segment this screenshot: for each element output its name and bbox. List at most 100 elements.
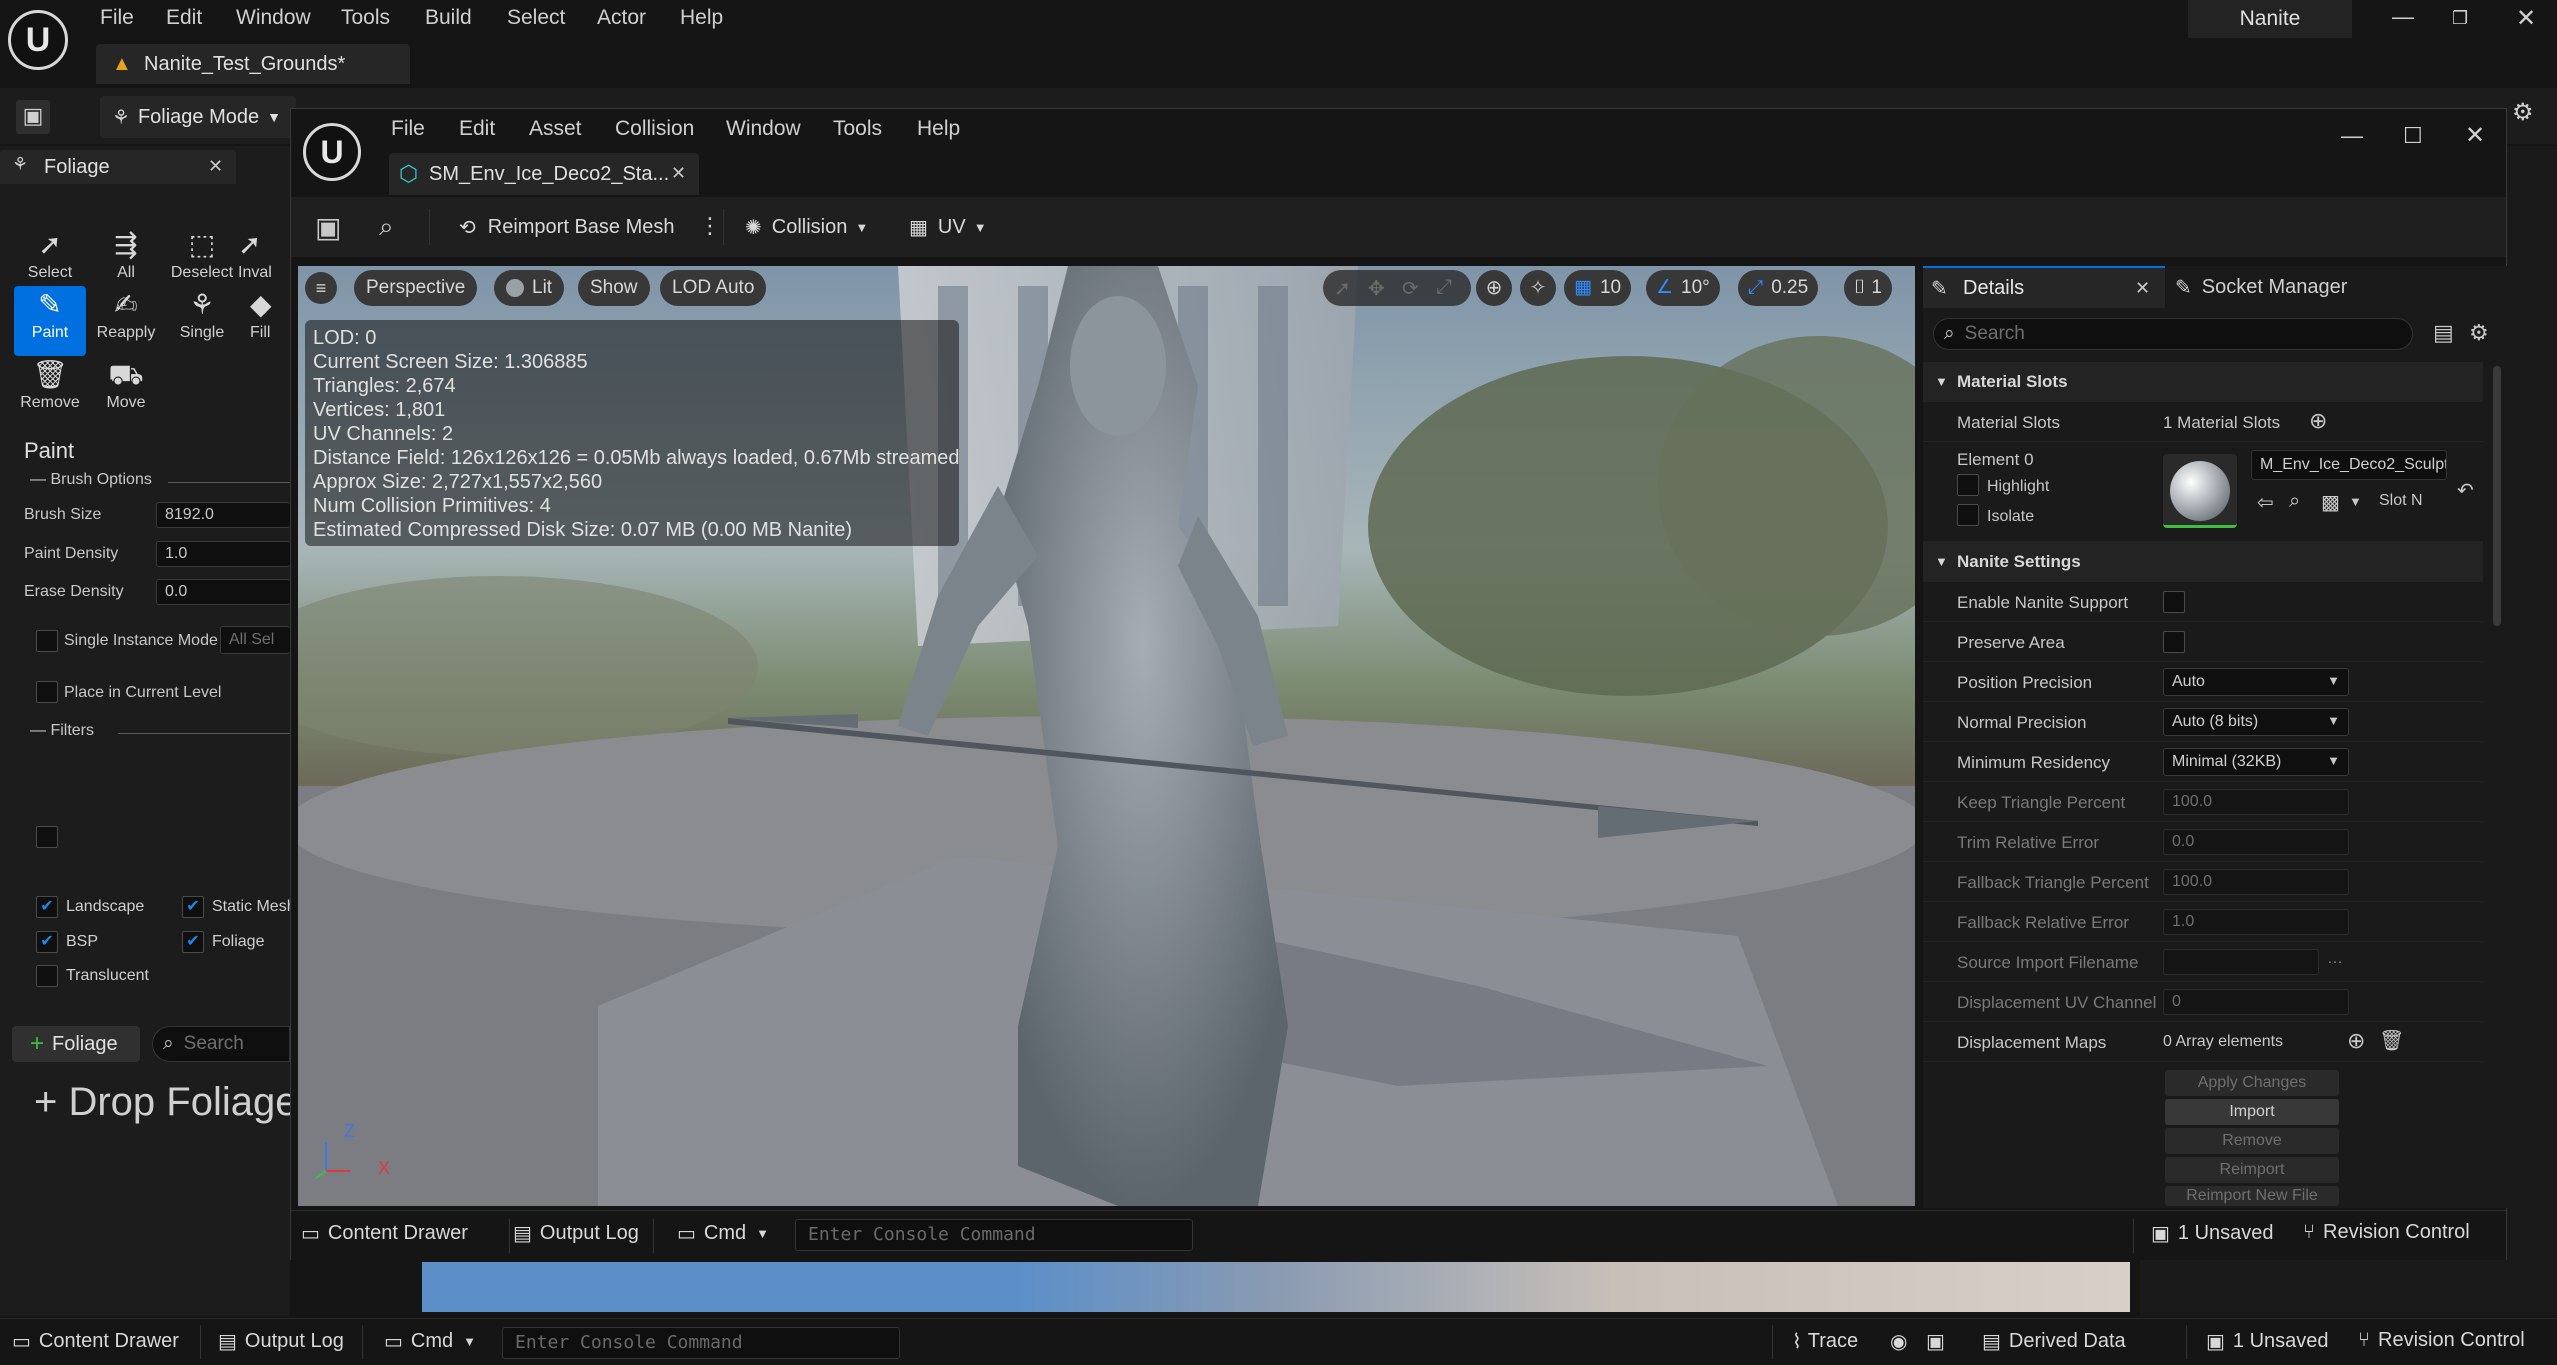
viewport-options-button[interactable]: ≡ [305,272,337,304]
sme-revision-control-button[interactable]: ⑂ Revision Control [2303,1221,2470,1244]
sme-cmd-dropdown[interactable]: ▭ Cmd ▼ [677,1221,769,1246]
menu-tools[interactable]: Tools [341,6,390,30]
sme-menu-window[interactable]: Window [726,117,801,141]
unsaved-button[interactable]: ▣ 1 Unsaved [2206,1329,2329,1354]
grid-snap-button[interactable]: ▦ 10 [1564,270,1632,306]
surface-snap-button[interactable]: ✧ [1520,270,1556,306]
world-local-button[interactable]: ⊕ [1476,270,1512,306]
menu-help[interactable]: Help [680,6,723,30]
menu-window[interactable]: Window [236,6,311,30]
sme-menu-tools[interactable]: Tools [833,117,882,141]
browse-icon[interactable]: ⌕ [2289,490,2300,513]
perspective-button[interactable]: Perspective [354,270,478,306]
console-input[interactable]: Enter Console Command [502,1327,900,1359]
unreal-logo-icon[interactable]: U [8,10,68,70]
sme-menu-asset[interactable]: Asset [529,117,582,141]
scale-snap-button[interactable]: ⤢ 0.25 [1738,270,1819,306]
sme-close-icon[interactable]: ✕ [2465,121,2485,150]
record-icon[interactable]: ◉ [1890,1329,1907,1354]
scale-icon[interactable]: ⤢ [1436,276,1452,299]
fallback-error-field[interactable]: 1.0 [2163,909,2349,935]
displacement-uv-field[interactable]: 0 [2163,989,2349,1015]
rotate-icon[interactable]: ⟳ [1402,276,1419,301]
reimport-button[interactable]: Reimport [2165,1157,2339,1183]
cmd-dropdown[interactable]: ▭ Cmd ▼ [384,1329,476,1354]
material-picker[interactable]: M_Env_Ice_Deco2_Sculpt [2251,450,2447,480]
sme-console-input[interactable]: Enter Console Command [795,1219,1193,1251]
details-search[interactable]: ⌕ Search [1933,318,2413,350]
screenshot-icon[interactable]: ▣ [1926,1329,1945,1354]
position-precision-combo[interactable]: Auto ▼ [2163,668,2349,696]
apply-changes-button[interactable]: Apply Changes [2165,1070,2339,1096]
reimport-base-mesh-button[interactable]: ⟲ Reimport Base Mesh [459,209,675,245]
filter-translucent[interactable]: Translucent [36,965,149,987]
details-scrollbar[interactable] [2493,366,2501,626]
close-icon[interactable]: ✕ [2516,4,2536,33]
restore-icon[interactable]: ❐ [2452,8,2468,29]
filter-landscape[interactable]: ✔ Landscape [36,896,144,918]
sme-maximize-icon[interactable]: ☐ [2403,123,2423,149]
reimport-new-file-button[interactable]: Reimport New File [2165,1186,2339,1206]
material-thumbnail[interactable] [2163,454,2237,528]
save-icon[interactable]: ▣ [315,211,341,244]
browse-asset-icon[interactable]: ⌕ [379,211,394,243]
checkbox-checked-icon[interactable]: ✔ [182,931,204,953]
enable-nanite-checkbox[interactable] [2163,591,2185,613]
sme-unsaved-button[interactable]: ▣ 1 Unsaved [2151,1221,2274,1246]
browse-file-icon[interactable]: … [2327,950,2343,968]
show-button[interactable]: Show [578,270,650,306]
socket-manager-tab[interactable]: ✎ Socket Manager [2175,266,2347,308]
mesh-viewport[interactable]: ≡ Perspective Lit Show LOD Auto ➚ ✥ ⟳ ⤢ … [298,266,1915,1206]
isolate-checkbox[interactable] [1957,504,1979,526]
filter-bsp[interactable]: ✔ BSP [36,931,98,953]
level-tab[interactable]: ▲ Nanite_Test_Grounds* [96,44,410,84]
mode-dropdown[interactable]: ⚘ Foliage Mode ▼ [100,96,296,138]
sme-menu-file[interactable]: File [391,117,425,141]
reset-icon[interactable]: ↶ [2457,478,2474,503]
normal-precision-combo[interactable]: Auto (8 bits) ▼ [2163,708,2349,736]
content-drawer-button[interactable]: ▭ Content Drawer [12,1329,179,1354]
lod-button[interactable]: LOD Auto [660,270,767,306]
foliage-search[interactable]: ⌕ Search [152,1026,290,1062]
chevron-down-icon[interactable]: ▼ [2349,494,2362,509]
details-settings-icon[interactable]: ⚙ [2469,320,2489,346]
collision-dropdown[interactable]: ✺ Collision ▼ [745,209,868,245]
checker-icon[interactable]: ▩ [2321,490,2340,515]
asset-tab-close-icon[interactable]: ✕ [671,163,686,184]
checkbox-checked-icon[interactable]: ✔ [36,896,58,918]
revision-control-button[interactable]: ⑂ Revision Control [2358,1329,2525,1352]
trim-error-field[interactable]: 0.0 [2163,829,2349,855]
add-element-icon[interactable]: ⊕ [2347,1028,2365,1054]
translate-icon[interactable]: ✥ [1368,276,1385,301]
fallback-triangle-field[interactable]: 100.0 [2163,869,2349,895]
menu-build[interactable]: Build [425,6,472,30]
sme-output-log-button[interactable]: ▤ Output Log [513,1221,639,1246]
uv-dropdown[interactable]: ▦ UV ▼ [909,209,987,245]
use-selected-icon[interactable]: ⇦ [2257,490,2274,515]
settings-icon[interactable]: ⚙ [2512,98,2534,127]
remove-button[interactable]: Remove [2165,1128,2339,1154]
min-residency-combo[interactable]: Minimal (32KB) ▼ [2163,748,2349,776]
filter-static-mesh[interactable]: ✔ Static Mesh [182,896,290,918]
filter-foliage[interactable]: ✔ Foliage [182,931,264,953]
checkbox-icon[interactable] [36,965,58,987]
highlight-checkbox[interactable] [1957,474,1979,496]
table-view-icon[interactable]: ▤ [2433,320,2454,346]
sme-minimize-icon[interactable]: — [2341,123,2363,149]
more-options-icon[interactable]: ⋮ [699,213,721,239]
delete-elements-icon[interactable]: 🗑 [2379,1028,2404,1053]
preserve-area-checkbox[interactable] [2163,631,2185,653]
sme-menu-edit[interactable]: Edit [459,117,495,141]
checkbox-checked-icon[interactable]: ✔ [36,931,58,953]
source-import-field[interactable] [2163,949,2319,975]
derived-data-button[interactable]: ▤ Derived Data [1982,1329,2126,1354]
menu-file[interactable]: File [100,6,134,30]
menu-edit[interactable]: Edit [166,6,202,30]
output-log-button[interactable]: ▤ Output Log [218,1329,344,1354]
import-button[interactable]: Import [2165,1099,2339,1125]
details-tab[interactable]: ✎ Details ✕ [1923,266,2165,308]
trace-button[interactable]: ⌇ Trace [1792,1329,1858,1354]
minimize-icon[interactable]: — [2392,4,2414,30]
save-all-icon[interactable]: ▣ [16,100,50,134]
nanite-settings-category[interactable]: ▼ Nanite Settings [1923,542,2483,582]
